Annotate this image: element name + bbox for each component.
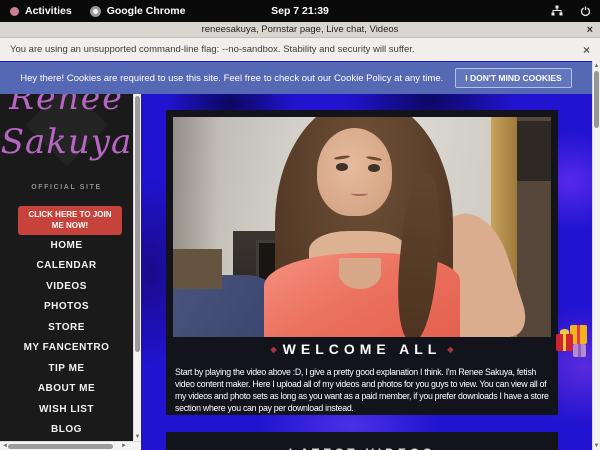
- welcome-heading-text: WELCOME ALL: [283, 341, 442, 357]
- video-still-eye-left: [336, 163, 348, 171]
- sidebar-frame: Renee Sakuya OFFICIAL SITE CLICK HERE TO…: [0, 94, 141, 441]
- gifts-widget[interactable]: [556, 322, 592, 364]
- browser-scrollbar[interactable]: ▲ ▼: [592, 61, 600, 450]
- chrome-icon: [90, 6, 101, 17]
- sidebar-vertical-scrollbar-thumb[interactable]: [135, 96, 140, 352]
- sidebar-item-videos[interactable]: VIDEOS: [0, 276, 133, 297]
- system-tray: [550, 5, 592, 18]
- sidebar-vertical-scrollbar[interactable]: ▼: [133, 94, 141, 441]
- system-bar-left: Activities Google Chrome: [10, 5, 185, 17]
- sidebar-horizontal-scrollbar-thumb[interactable]: [8, 444, 113, 449]
- sidebar-item-about-me[interactable]: ABOUT ME: [0, 379, 133, 400]
- cookie-consent-bar: Hey there! Cookies are required to use t…: [0, 62, 592, 94]
- window-title-bar: reneesakuya, Pornstar page, Live chat, V…: [0, 22, 600, 38]
- latest-videos-panel: LATEST VIDEOS: [166, 432, 558, 450]
- video-still-neckline: [339, 258, 381, 289]
- sidebar-item-photos[interactable]: PHOTOS: [0, 297, 133, 318]
- gift-red-icon: [556, 334, 573, 351]
- desktop-screen: Activities Google Chrome Sep 7 21:39 ren…: [0, 0, 600, 450]
- latest-videos-heading: LATEST VIDEOS: [166, 446, 558, 450]
- activities-button[interactable]: Activities: [10, 5, 72, 17]
- welcome-heading: ◆WELCOME ALL◆: [166, 341, 558, 357]
- app-menu-label: Google Chrome: [107, 5, 186, 17]
- clock-button[interactable]: Sep 7 21:39: [271, 5, 329, 17]
- site-logo-first[interactable]: Renee: [0, 94, 133, 117]
- cookie-message: Hey there! Cookies are required to use t…: [20, 73, 443, 84]
- browser-scrollbar-thumb[interactable]: [594, 71, 599, 128]
- sidebar-item-store[interactable]: STORE: [0, 317, 133, 338]
- welcome-paragraph: Start by playing the video above :D, I g…: [175, 366, 549, 414]
- video-still-box: [173, 249, 222, 289]
- scroll-down-arrow-icon[interactable]: ▼: [134, 432, 141, 441]
- activities-label: Activities: [25, 5, 72, 17]
- gift-purple-icon: [573, 344, 586, 357]
- site-tagline: OFFICIAL SITE: [0, 184, 133, 191]
- sidebar-item-calendar[interactable]: CALENDAR: [0, 256, 133, 277]
- video-still-eye-right: [368, 164, 380, 172]
- sidebar-menu: HOME CALENDAR VIDEOS PHOTOS STORE MY FAN…: [0, 235, 133, 440]
- main-content-panel: ◆WELCOME ALL◆ Start by playing the video…: [166, 110, 558, 415]
- sidebar-horizontal-scrollbar[interactable]: ◄ ►: [0, 441, 141, 450]
- intro-video-player[interactable]: [173, 117, 551, 337]
- app-menu-button[interactable]: Google Chrome: [90, 5, 186, 17]
- site-logo-last[interactable]: Sakuya: [0, 122, 133, 162]
- scroll-right-arrow-icon[interactable]: ►: [120, 442, 128, 450]
- activities-indicator-icon: [10, 7, 19, 16]
- infobar-close-icon[interactable]: ×: [583, 43, 590, 57]
- scroll-up-arrow-icon[interactable]: ▲: [593, 61, 600, 70]
- chrome-infobar: You are using an unsupported command-lin…: [0, 38, 600, 61]
- diamond-decor-icon: ◆: [265, 345, 283, 354]
- sidebar-item-my-fancentro[interactable]: MY FANCENTRO: [0, 338, 133, 359]
- sidebar: Renee Sakuya OFFICIAL SITE CLICK HERE TO…: [0, 94, 133, 441]
- page-viewport: Hey there! Cookies are required to use t…: [0, 61, 600, 450]
- scroll-down-arrow-icon[interactable]: ▼: [593, 441, 600, 450]
- sidebar-item-blog[interactable]: BLOG: [0, 420, 133, 441]
- power-icon[interactable]: [578, 5, 592, 18]
- system-bar: Activities Google Chrome Sep 7 21:39: [0, 0, 600, 22]
- diamond-decor-icon: ◆: [441, 345, 459, 354]
- sidebar-item-wish-list[interactable]: WISH LIST: [0, 399, 133, 420]
- cookie-accept-button[interactable]: I DON'T MIND COOKIES: [455, 68, 571, 88]
- video-still-face: [317, 128, 393, 216]
- sidebar-item-home[interactable]: HOME: [0, 235, 133, 256]
- video-still-mouth: [351, 191, 368, 196]
- infobar-message: You are using an unsupported command-lin…: [10, 44, 415, 55]
- tab-close-icon[interactable]: ×: [587, 22, 593, 38]
- network-icon[interactable]: [550, 5, 564, 18]
- tab-title: reneesakuya, Pornstar page, Live chat, V…: [202, 24, 399, 35]
- sidebar-item-tip-me[interactable]: TIP ME: [0, 358, 133, 379]
- video-still-shelf: [517, 121, 551, 180]
- join-now-button[interactable]: CLICK HERE TO JOIN ME NOW!: [18, 206, 122, 235]
